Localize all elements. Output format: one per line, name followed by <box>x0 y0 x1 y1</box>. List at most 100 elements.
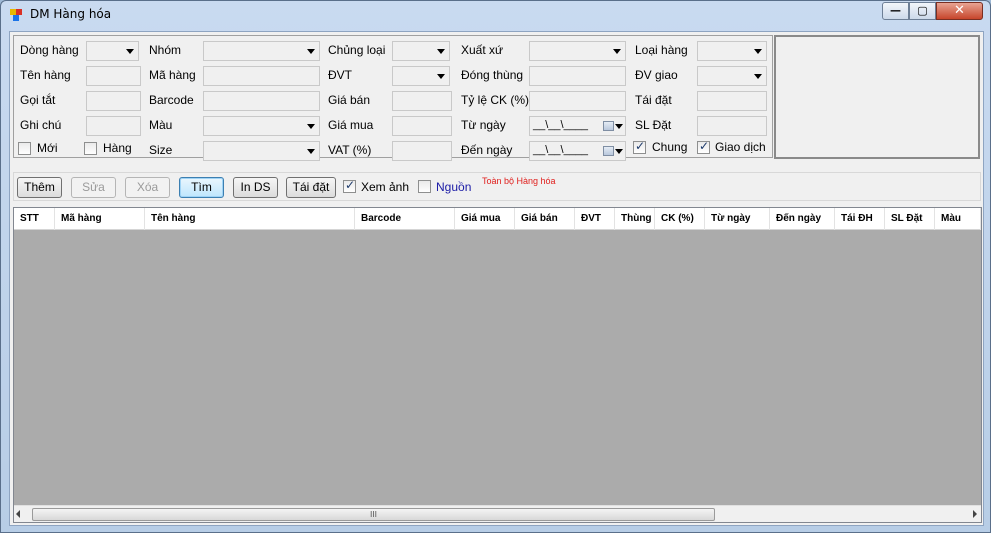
label-hang: Hàng <box>103 141 132 155</box>
label-moi: Mới <box>37 141 58 155</box>
chevron-down-icon <box>437 49 445 54</box>
ty-le-ck-input[interactable] <box>529 91 626 111</box>
column-header-stt[interactable]: STT <box>14 208 55 230</box>
print-list-button[interactable]: In DS <box>233 177 278 198</box>
tu-ngay-value: __\__\____ <box>533 119 589 131</box>
xuat-xu-combo[interactable] <box>529 41 626 61</box>
minimize-icon: — <box>890 4 901 17</box>
chevron-down-icon <box>126 49 134 54</box>
column-header-mau[interactable]: Màu <box>935 208 981 230</box>
column-header-tai-dh[interactable]: Tái ĐH <box>835 208 885 230</box>
chevron-down-icon <box>615 149 623 154</box>
hang-checkbox[interactable] <box>84 142 97 155</box>
delete-button[interactable]: Xóa <box>125 177 170 198</box>
label-gia-mua: Giá mua <box>328 118 374 132</box>
add-button[interactable]: Thêm <box>17 177 62 198</box>
scroll-right-arrow-icon[interactable] <box>973 510 977 518</box>
column-header-gia-ban[interactable]: Giá bán <box>515 208 575 230</box>
chung-loai-combo[interactable] <box>392 41 450 61</box>
chung-checkbox[interactable] <box>633 139 646 154</box>
column-header-tu-ngay[interactable]: Từ ngày <box>705 208 770 230</box>
source-checkbox[interactable] <box>418 180 431 193</box>
label-vat: VAT (%) <box>328 143 372 157</box>
column-header-ma-hang[interactable]: Mã hàng <box>55 208 145 230</box>
mau-combo[interactable] <box>203 116 320 136</box>
label-loai-hang: Loại hàng <box>635 43 688 57</box>
chevron-down-icon <box>613 49 621 54</box>
gia-ban-input[interactable] <box>392 91 452 111</box>
column-header-gia-mua[interactable]: Giá mua <box>455 208 515 230</box>
tai-dat-input[interactable] <box>697 91 767 111</box>
column-header-ten-hang[interactable]: Tên hàng <box>145 208 355 230</box>
label-ma-hang: Mã hàng <box>149 68 196 82</box>
nhom-combo[interactable] <box>203 41 320 61</box>
grid-header: STT Mã hàng Tên hàng Barcode Giá mua Giá… <box>14 208 981 230</box>
giao-dich-checkbox[interactable] <box>697 139 710 154</box>
vat-input[interactable] <box>392 141 452 161</box>
label-dv-giao: ĐV giao <box>635 68 678 82</box>
column-header-barcode[interactable]: Barcode <box>355 208 455 230</box>
label-xuat-xu: Xuất xứ <box>461 43 504 57</box>
maximize-icon: ▢ <box>917 4 928 17</box>
calendar-icon <box>603 146 614 156</box>
label-ghi-chu: Ghi chú <box>20 118 62 132</box>
chevron-down-icon <box>307 124 315 129</box>
app-icon-square-blue <box>13 15 19 21</box>
horizontal-scrollbar[interactable]: III <box>14 505 981 522</box>
label-size: Size <box>149 143 173 157</box>
dong-thung-input[interactable] <box>529 66 626 86</box>
chevron-down-icon <box>437 74 445 79</box>
label-chung: Chung <box>652 140 688 154</box>
column-header-dvt[interactable]: ĐVT <box>575 208 615 230</box>
close-button[interactable]: ✕ <box>936 2 983 20</box>
tu-ngay-datepicker[interactable]: __\__\____ <box>529 116 626 136</box>
title-bar[interactable]: DM Hàng hóa — ▢ ✕ <box>1 1 990 29</box>
moi-checkbox[interactable] <box>18 142 31 155</box>
label-tu-ngay: Từ ngày <box>461 118 506 132</box>
view-image-checkbox[interactable] <box>343 178 356 193</box>
barcode-input[interactable] <box>203 91 320 111</box>
label-sl-dat: SL Đặt <box>635 118 672 132</box>
chevron-down-icon <box>754 49 762 54</box>
calendar-icon <box>603 121 614 131</box>
label-giao-dich: Giao dịch <box>715 140 766 154</box>
column-header-den-ngay[interactable]: Đến ngày <box>770 208 835 230</box>
sl-dat-input[interactable] <box>697 116 767 136</box>
edit-button[interactable]: Sửa <box>71 177 116 198</box>
size-combo[interactable] <box>203 141 320 161</box>
reset-button[interactable]: Tái đặt <box>286 177 336 198</box>
ma-hang-input[interactable] <box>203 66 320 86</box>
minimize-button[interactable]: — <box>882 2 909 20</box>
goi-tat-input[interactable] <box>86 91 141 111</box>
column-header-thung[interactable]: Thùng <box>615 208 655 230</box>
gia-mua-input[interactable] <box>392 116 452 136</box>
ten-hang-input[interactable] <box>86 66 141 86</box>
chevron-down-icon <box>615 124 623 129</box>
label-mau: Màu <box>149 118 173 132</box>
scrollbar-thumb[interactable]: III <box>32 508 715 521</box>
search-button[interactable]: Tìm <box>179 177 224 198</box>
dong-hang-combo[interactable] <box>86 41 139 61</box>
ghi-chu-input[interactable] <box>86 116 141 136</box>
products-grid[interactable]: STT Mã hàng Tên hàng Barcode Giá mua Giá… <box>13 207 982 523</box>
label-chung-loai: Chủng loại <box>328 43 386 57</box>
label-ten-hang: Tên hàng <box>20 68 71 82</box>
dv-giao-combo[interactable] <box>697 66 767 86</box>
action-toolbar: Thêm Sửa Xóa Tìm In DS Tái đặt Xem ảnh N… <box>13 172 981 201</box>
product-image-preview <box>774 35 980 159</box>
label-nhom: Nhóm <box>149 43 182 57</box>
loai-hang-combo[interactable] <box>697 41 767 61</box>
scroll-left-arrow-icon[interactable] <box>16 510 20 518</box>
label-ty-le-ck: Tỷ lệ CK (%) <box>461 93 530 107</box>
column-header-sl-dat[interactable]: SL Đặt <box>885 208 935 230</box>
label-xem-anh: Xem ảnh <box>361 180 410 194</box>
maximize-button[interactable]: ▢ <box>909 2 936 20</box>
label-tai-dat: Tái đặt <box>635 93 672 107</box>
label-den-ngay: Đến ngày <box>461 143 513 157</box>
label-goi-tat: Gọi tắt <box>20 93 56 107</box>
column-header-ck[interactable]: CK (%) <box>655 208 705 230</box>
filter-panel: Dòng hàng Tên hàng Gọi tắt Ghi chú Mới H… <box>13 35 773 161</box>
label-nguon: Nguồn <box>436 180 472 194</box>
dvt-combo[interactable] <box>392 66 450 86</box>
den-ngay-datepicker[interactable]: __\__\____ <box>529 141 626 161</box>
